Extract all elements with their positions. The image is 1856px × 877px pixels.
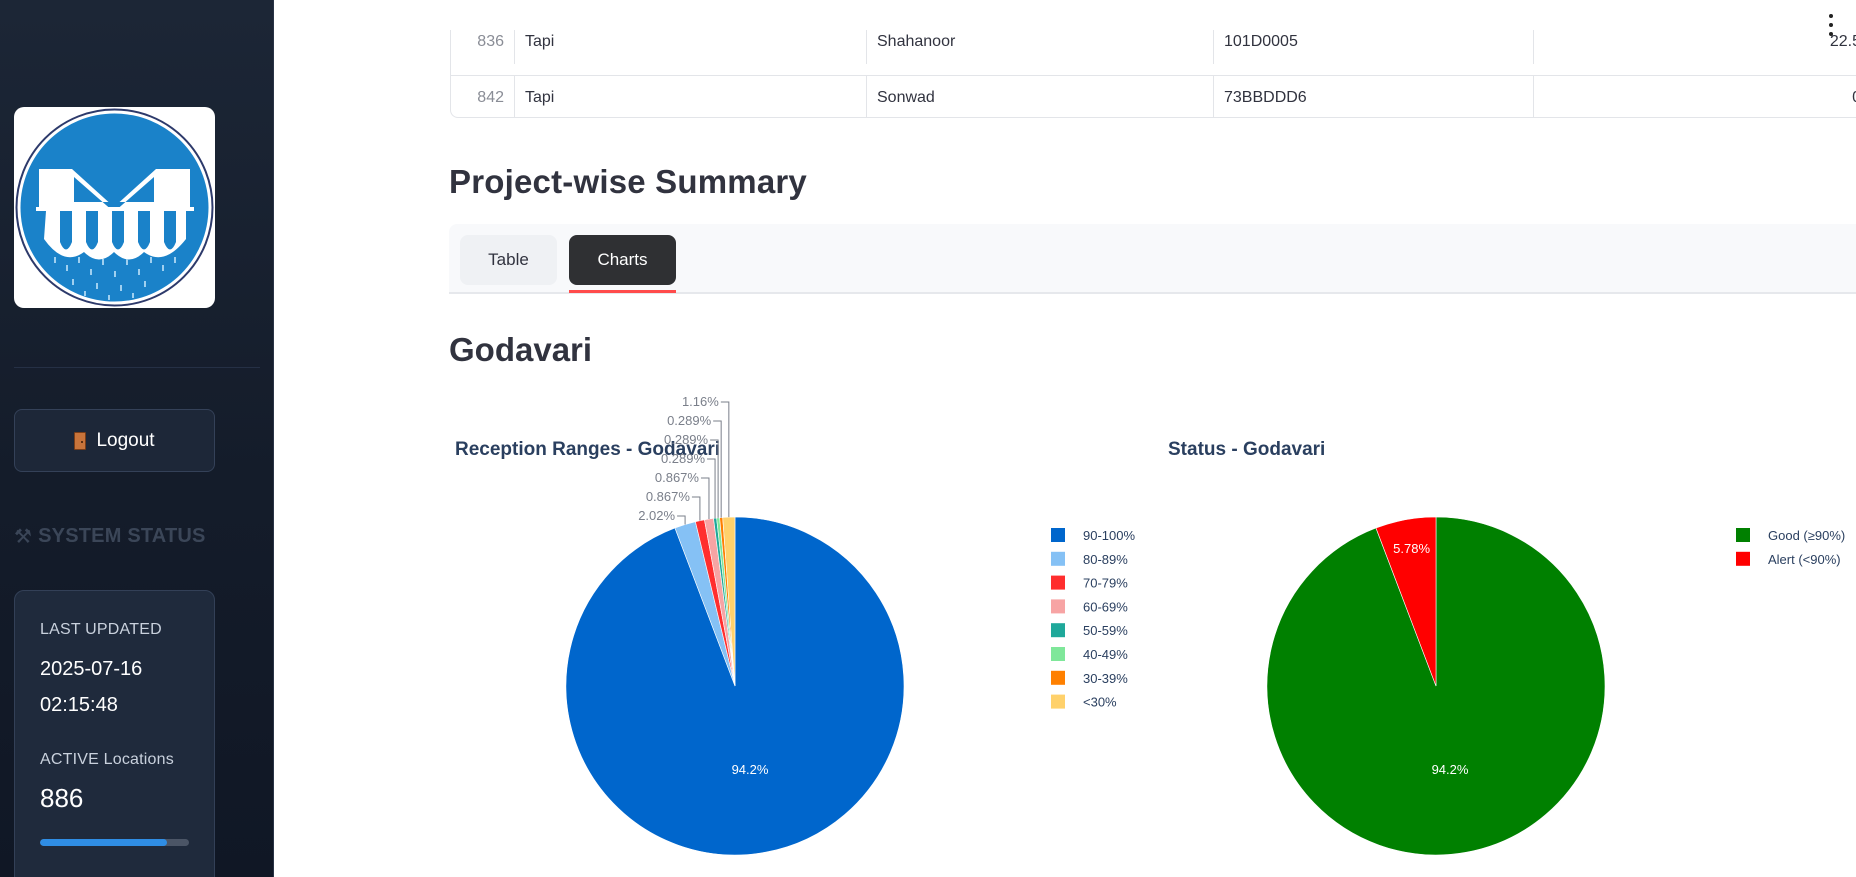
pie-label: 5.78% bbox=[1393, 541, 1430, 556]
active-locations-count: 886 bbox=[40, 783, 84, 813]
legend-swatch bbox=[1051, 575, 1065, 590]
logout-button[interactable]: Logout bbox=[14, 409, 215, 472]
legend-swatch bbox=[1051, 694, 1065, 709]
legend-label: 60-69% bbox=[1083, 599, 1128, 614]
pie-leader-line bbox=[691, 496, 701, 521]
legend-label: <30% bbox=[1083, 695, 1117, 710]
app-root: Logout ⚒ SYSTEM STATUS LAST UPDATED 2025… bbox=[0, 0, 1856, 877]
legend-label: 30-39% bbox=[1083, 671, 1128, 686]
logo bbox=[14, 107, 215, 308]
sidebar-divider bbox=[14, 367, 260, 368]
pie-leader-line bbox=[707, 458, 716, 519]
tools-icon: ⚒ bbox=[14, 526, 33, 548]
active-locations-progress bbox=[40, 839, 189, 846]
pie-label: 0.289% bbox=[664, 432, 709, 447]
pie-label: 1.16% bbox=[682, 394, 719, 409]
last-updated-date: 2025-07-16 bbox=[40, 658, 143, 680]
last-updated-time: 02:15:48 bbox=[40, 694, 118, 716]
last-updated-label: LAST UPDATED bbox=[40, 621, 162, 638]
legend-swatch bbox=[1051, 623, 1065, 638]
chart-title: Status - Godavari bbox=[1168, 439, 1325, 460]
legend-swatch bbox=[1051, 551, 1065, 566]
pie-label: 0.289% bbox=[667, 413, 712, 428]
pie-leader-line bbox=[700, 477, 710, 520]
legend-label: Good (≥90%) bbox=[1768, 528, 1845, 543]
pie-label: 94.2% bbox=[1432, 762, 1469, 777]
pie-label: 0.867% bbox=[646, 489, 691, 504]
system-status-heading: ⚒ SYSTEM STATUS bbox=[14, 524, 206, 549]
legend-label: 40-49% bbox=[1083, 647, 1128, 662]
legend-swatch bbox=[1051, 528, 1065, 542]
legend-label: Alert (<90%) bbox=[1768, 552, 1841, 567]
pie-label: 94.2% bbox=[732, 762, 769, 777]
pie-label: 2.02% bbox=[638, 508, 675, 523]
logo-emblem bbox=[15, 108, 214, 307]
pie-leader-line bbox=[677, 515, 686, 525]
status-card: LAST UPDATED 2025-07-16 02:15:48 ACTIVE … bbox=[14, 590, 215, 877]
logout-label: Logout bbox=[96, 429, 155, 451]
pie-leader-line bbox=[720, 401, 730, 518]
main-content: 836 Tapi Shahanoor 101D0005 22.5 842 Tap… bbox=[275, 0, 1856, 877]
pie-label: 0.867% bbox=[655, 470, 700, 485]
pie-leader-line bbox=[713, 420, 722, 518]
system-status-label: SYSTEM STATUS bbox=[38, 525, 206, 547]
legend-swatch bbox=[1736, 551, 1750, 566]
legend-swatch bbox=[1051, 599, 1065, 614]
pie-label: 0.289% bbox=[661, 451, 706, 466]
legend-label: 50-59% bbox=[1083, 623, 1128, 638]
legend-swatch bbox=[1051, 670, 1065, 685]
legend-label: 80-89% bbox=[1083, 552, 1128, 567]
active-locations-label: ACTIVE Locations bbox=[40, 751, 174, 768]
sidebar: Logout ⚒ SYSTEM STATUS LAST UPDATED 2025… bbox=[0, 0, 274, 877]
active-locations-progress-fill bbox=[40, 839, 167, 846]
charts-area: Reception Ranges - Godavari94.2%2.02%0.8… bbox=[455, 394, 1845, 856]
legend-swatch bbox=[1736, 528, 1750, 542]
legend-swatch bbox=[1051, 647, 1065, 661]
legend-label: 70-79% bbox=[1083, 576, 1128, 591]
door-icon bbox=[74, 431, 87, 450]
legend-label: 90-100% bbox=[1083, 528, 1135, 543]
